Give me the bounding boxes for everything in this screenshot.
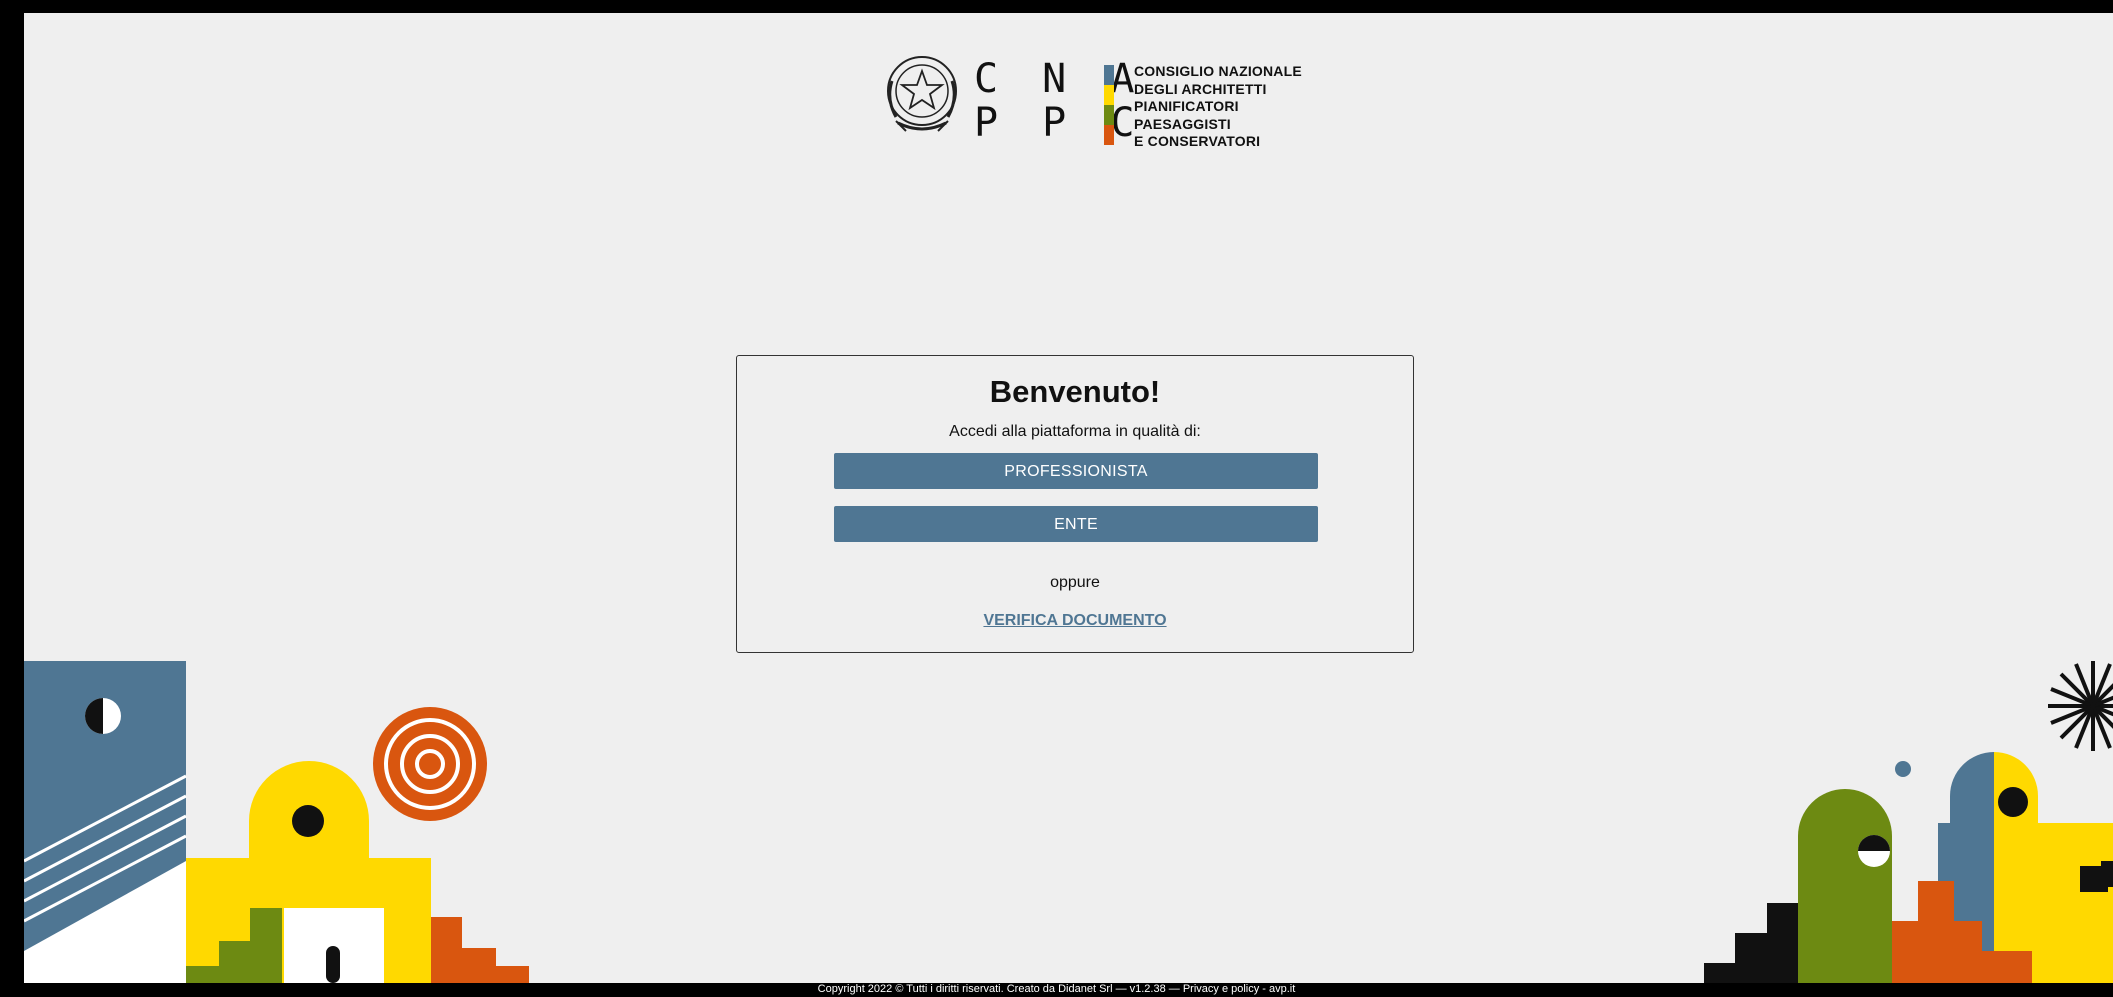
decorative-illustration-right (1704, 661, 2113, 983)
logo-org-line: CONSIGLIO NAZIONALE (1134, 63, 1302, 79)
professionista-button[interactable]: PROFESSIONISTA (834, 453, 1318, 489)
ente-button[interactable]: ENTE (834, 506, 1318, 542)
cnappc-logo: C N AP P C CONSIGLIO NAZIONALE DEGLI ARC… (882, 51, 1302, 149)
logo-color-bars (1104, 65, 1114, 145)
logo-org-name: CONSIGLIO NAZIONALE DEGLI ARCHITETTI PIA… (1134, 63, 1302, 151)
logo-org-line: PIANIFICATORI (1134, 98, 1239, 114)
logo-org-line: DEGLI ARCHITETTI (1134, 80, 1267, 97)
logo-letters: C N AP P C (974, 56, 1145, 146)
logo-org-line: E CONSERVATORI (1134, 133, 1261, 149)
footer-copyright: Copyright 2022 © Tutti i diritti riserva… (817, 983, 1296, 995)
emblem-icon (887, 56, 957, 132)
verify-document-link[interactable]: VERIFICA DOCUMENTO (737, 612, 1413, 630)
logo-org-line: PAESAGGISTI (1134, 115, 1231, 132)
welcome-subtitle: Accedi alla piattaforma in qualità di: (949, 423, 1201, 440)
welcome-card: Benvenuto! Accedi alla piattaforma in qu… (736, 355, 1414, 653)
welcome-title: Benvenuto! (989, 374, 1161, 409)
decorative-illustration-left (24, 661, 529, 983)
page-background: C N AP P C CONSIGLIO NAZIONALE DEGLI ARC… (24, 13, 2113, 983)
separator-text: oppure (1050, 574, 1100, 591)
